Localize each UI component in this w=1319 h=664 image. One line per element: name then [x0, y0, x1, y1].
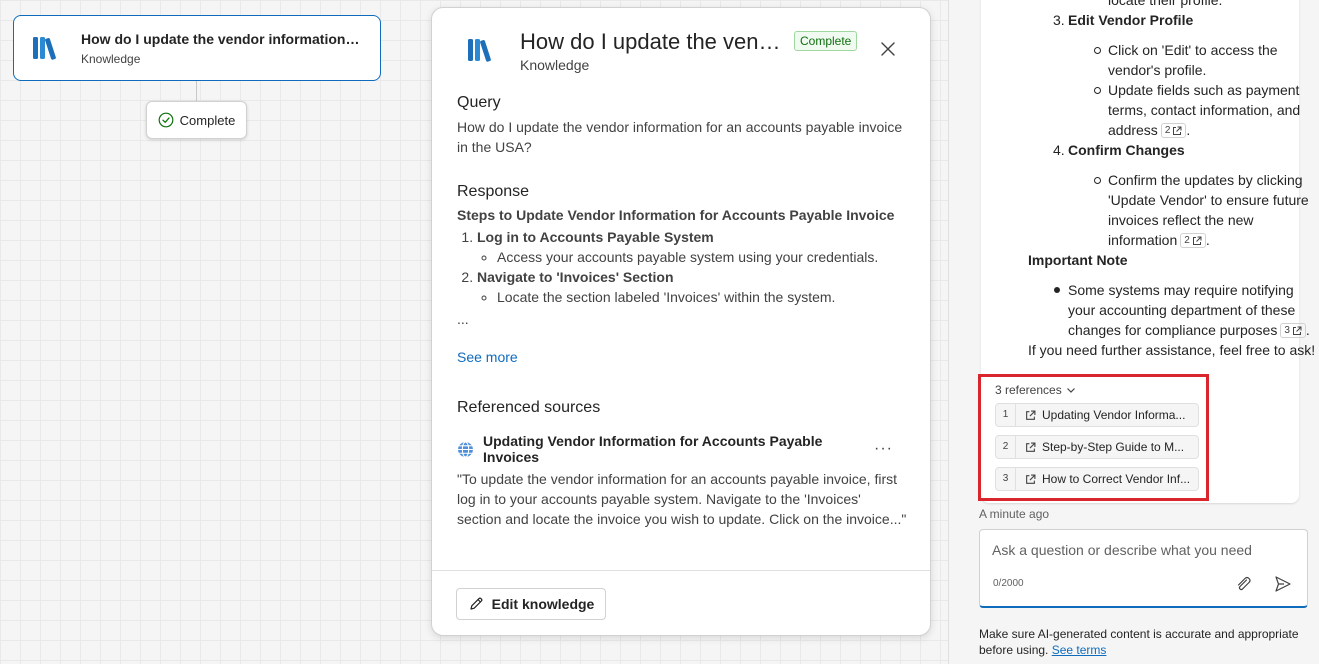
more-options-icon[interactable]: ··· — [874, 440, 893, 458]
closing-line: If you need further assistance, feel fre… — [1028, 342, 1316, 358]
external-link-icon — [1173, 126, 1182, 135]
reference-number: 3 — [996, 468, 1016, 490]
pencil-icon — [470, 597, 483, 610]
message-line: Click on 'Edit' to access the — [1094, 42, 1278, 58]
message-line: Update fields such as payment — [1093, 82, 1300, 98]
paperclip-icon[interactable] — [1234, 575, 1252, 593]
query-text: How do I update the vendor information f… — [457, 119, 903, 155]
period: . — [1305, 322, 1310, 338]
message-line: vendor's profile. — [1108, 62, 1207, 78]
close-icon[interactable] — [880, 41, 896, 57]
step-detail: Locate the section labeled 'Invoices' wi… — [497, 287, 907, 307]
citation-badge[interactable]: 2 — [1180, 233, 1206, 248]
step-title: Log in to Accounts Payable System — [477, 229, 714, 245]
step-title: Confirm Changes — [1068, 142, 1185, 158]
list-item: Navigate to 'Invoices' Section Locate th… — [477, 267, 907, 307]
citation-number: 2 — [1184, 235, 1190, 246]
message-line: invoices reflect the new — [1108, 212, 1254, 228]
node-connector — [196, 81, 197, 101]
knowledge-books-icon — [33, 37, 56, 60]
panel-body: Query How do I update the vendor informa… — [457, 94, 907, 529]
knowledge-node-card[interactable]: How do I update the vendor information f… — [13, 15, 381, 81]
knowledge-details-panel: How do I update the vendo... Complete Kn… — [431, 7, 931, 636]
see-more-link[interactable]: See more — [457, 349, 518, 365]
disclaimer-text: Make sure AI-generated content is accura… — [979, 627, 1299, 657]
panel-footer: Edit knowledge — [432, 570, 930, 635]
reference-label: How to Correct Vendor Inf... — [1042, 472, 1191, 486]
period: . — [1186, 122, 1191, 138]
references-toggle[interactable]: 3 references — [995, 383, 1076, 397]
reference-number: 1 — [996, 404, 1016, 426]
message-line: 'Update Vendor' to ensure future — [1108, 192, 1309, 208]
char-count: 0/2000 — [993, 578, 1024, 589]
message-text: address — [1108, 122, 1158, 138]
citation-number: 2 — [1164, 125, 1171, 136]
reference-chip-2[interactable]: 2 Step-by-Step Guide to M... — [995, 435, 1199, 459]
referenced-source: Updating Vendor Information for Accounts… — [457, 433, 907, 465]
status-label: Complete — [179, 112, 236, 128]
edit-knowledge-button[interactable]: Edit knowledge — [456, 588, 606, 620]
node-status-complete[interactable]: Complete — [146, 101, 247, 139]
response-heading: Response — [457, 183, 530, 200]
step-detail: Access your accounts payable system usin… — [497, 247, 907, 267]
citation-number: 3 — [1284, 325, 1290, 336]
external-link-icon — [1292, 326, 1302, 335]
source-title[interactable]: Updating Vendor Information for Accounts… — [483, 433, 874, 465]
reference-label: Step-by-Step Guide to M... — [1042, 440, 1185, 454]
message-line: information 2. — [1108, 230, 1210, 250]
query-heading: Query — [457, 94, 501, 111]
panel-header: How do I update the vendo... Complete Kn… — [432, 8, 930, 88]
message-line: changes for compliance purposes 3. — [1068, 320, 1310, 340]
source-quote: "To update the vendor information for an… — [457, 471, 907, 527]
panel-subtitle: Knowledge — [520, 57, 590, 73]
message-line: terms, contact information, and — [1108, 102, 1301, 118]
send-icon[interactable] — [1274, 575, 1292, 593]
globe-icon — [458, 441, 473, 457]
ai-disclaimer: Make sure AI-generated content is accura… — [979, 626, 1309, 658]
external-link-icon — [1026, 442, 1036, 452]
response-steps: Log in to Accounts Payable System Access… — [457, 227, 907, 307]
message-line: Some systems may require notifying — [1054, 282, 1294, 298]
knowledge-books-icon — [468, 39, 491, 62]
period: . — [1205, 232, 1210, 248]
node-subtitle: Knowledge — [81, 51, 141, 66]
message-line: your accounting department of these — [1068, 302, 1296, 318]
step-title: Edit Vendor Profile — [1068, 12, 1194, 28]
panel-title: How do I update the vendo... — [520, 29, 786, 54]
reference-number: 2 — [996, 436, 1016, 458]
external-link-icon — [1026, 410, 1036, 420]
see-terms-link[interactable]: See terms — [1052, 643, 1107, 657]
check-circle-icon — [158, 112, 174, 128]
message-line: address 2. — [1108, 120, 1190, 140]
status-badge: Complete — [794, 31, 858, 51]
references-toggle-label: 3 references — [995, 383, 1062, 397]
step-number: 4. — [1053, 142, 1065, 158]
note-heading: Important Note — [1028, 252, 1128, 268]
external-link-icon — [1192, 236, 1202, 245]
chat-input[interactable] — [992, 542, 1292, 558]
message-line: Confirm the updates by clicking — [1094, 172, 1303, 188]
reference-chip-1[interactable]: 1 Updating Vendor Informa... — [995, 403, 1199, 427]
message-text: changes for compliance purposes — [1068, 322, 1278, 338]
external-link-icon — [1026, 474, 1036, 484]
citation-badge[interactable]: 3 — [1280, 323, 1306, 338]
step-title: Navigate to 'Invoices' Section — [477, 269, 674, 285]
step-number: 3. — [1053, 12, 1065, 28]
message-timestamp: A minute ago — [979, 507, 1050, 521]
message-text: information — [1108, 232, 1178, 248]
node-title: How do I update the vendor information f… — [81, 30, 363, 47]
list-item: Log in to Accounts Payable System Access… — [477, 227, 907, 267]
reference-label: Updating Vendor Informa... — [1042, 408, 1186, 422]
response-title: Steps to Update Vendor Information for A… — [457, 207, 895, 223]
truncation-ellipsis: ... — [457, 311, 469, 327]
citation-badge[interactable]: 2 — [1160, 123, 1187, 138]
chat-input-box: 0/2000 — [979, 529, 1308, 608]
sources-heading: Referenced sources — [457, 399, 601, 416]
message-line: locate their profile. — [1108, 0, 1223, 8]
edit-knowledge-label: Edit knowledge — [491, 596, 595, 612]
chevron-down-icon — [1066, 388, 1075, 393]
reference-chip-3[interactable]: 3 How to Correct Vendor Inf... — [995, 467, 1199, 491]
